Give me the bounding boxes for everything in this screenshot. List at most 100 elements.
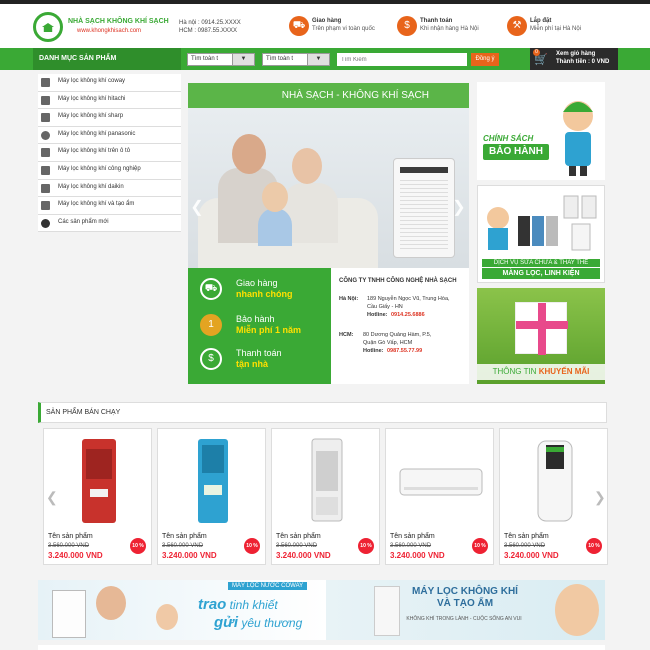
hanoi-hotline-label: Hotline: [367,312,388,318]
promo-banner[interactable]: MÁY LỌC NƯỚC COWAY trao tinh khiết gửi y… [38,580,605,640]
product-thumb-icon [41,201,50,211]
page: NHÀ SẠCH KHÔNG KHÍ SẠCH www.khongkhisach… [0,0,650,650]
sidebar-item-label: Máy lọc không khí daikin [58,183,124,190]
best-sellers-heading: SẢN PHẨM BÁN CHẠY [38,402,607,423]
cart-button[interactable]: 🛒 0 Xem giỏ hàng Thành tiền : 0 VND [530,48,618,70]
chevron-down-icon[interactable]: ▼ [307,54,329,65]
money-icon: $ [397,16,417,36]
discount-badge: 10 % [130,538,146,554]
child-body [258,208,292,246]
feature-sub: Trên phạm vi toàn quốc [312,26,375,32]
sidebar-item-label: Máy lọc không khí panasonic [58,130,136,137]
sidebar-item-industrial[interactable]: Máy lọc không khí công nghiệp [38,161,181,180]
product-name: Tên sản phẩm [504,533,549,540]
warranty-ad-title: CHÍNH SÁCH [483,134,534,143]
product-thumb-icon [41,113,50,123]
sidebar-item-daikin[interactable]: Máy lọc không khí daikin [38,179,181,198]
hcm-address-2: Quận Gò Vấp, HCM [363,340,413,346]
water-purifier-image [52,590,86,638]
chevron-down-icon[interactable]: ▼ [232,54,254,65]
humidifier-banner: MÁY LỌC KHÔNG KHÍ VÀ TẠO ẨM KHÔNG KHÍ TRO… [326,580,605,640]
slider-next-icon[interactable]: ❯ [452,198,466,218]
banner-headline: NHÀ SẠCH - KHÔNG KHÍ SẠCH [188,83,469,108]
sidebar-item-hitachi[interactable]: Máy lọc không khí hitachi [38,91,181,110]
humidifier-title-2: VÀ TẠO ẨM [436,598,494,609]
promo-tagline-2: gửi yêu thương [214,614,302,631]
family-photo: ❮ ❯ [188,108,469,268]
promotion-ad-label: THÔNG TIN KHUYẾN MÃI [477,364,605,380]
repair-ad-title: DỊCH VỤ SỬA CHỮA & THAY THẾ [482,259,600,267]
humidifier-subtitle: KHÔNG KHÍ TRONG LÀNH - CUỘC SỐNG AN VUI [406,616,522,622]
product-old-price: 3.560.000 VND [504,543,546,549]
main-slider[interactable]: NHÀ SẠCH - KHÔNG KHÍ SẠCH ❮ ❯ ⛟ Giao hàn… [188,83,469,384]
hcm-hotline-label: Hotline: [363,348,384,354]
service-line2: tận nhà [236,359,269,369]
hcm-hotline: 0987.55.77.99 [387,348,423,354]
sidebar-item-label: Máy lọc không khí và tạo ẩm [58,201,135,208]
warranty-policy-ad[interactable]: CHÍNH SÁCH BẢO HÀNH [477,82,605,180]
carousel-prev-icon[interactable]: ❮ [46,487,58,507]
feature-sub: Khi nhận hàng Hà Nội [420,26,479,32]
search-input[interactable] [337,53,467,66]
product-image [537,440,573,522]
sidebar-item-coway[interactable]: Máy lọc không khí coway [38,74,181,92]
product-card[interactable]: Tên sản phẩm 3.560.000 VND 3.240.000 VND… [271,428,380,565]
product-thumb-icon [41,165,50,175]
product-image [82,439,116,523]
product-card[interactable]: Tên sản phẩm 3.560.000 VND 3.240.000 VND… [157,428,266,565]
logo[interactable]: NHÀ SẠCH KHÔNG KHÍ SẠCH www.khongkhisach… [33,12,173,42]
service-line1: Bảo hành [236,314,275,324]
repair-service-ad[interactable]: DỊCH VỤ SỬA CHỮA & THAY THẾ MÀNG LỌC, LI… [477,185,605,283]
feature-title: Giao hàng [312,18,342,24]
carousel-next-icon[interactable]: ❯ [594,487,606,507]
sidebar-item-sharp[interactable]: Máy lọc không khí sharp [38,109,181,127]
hcm-address: 80 Dương Quảng Hàm, P.5, [363,332,432,338]
warranty-medal-icon: 1 [200,314,222,336]
company-info: CÔNG TY TNHH CÔNG NGHỆ NHÀ SẠCH Hà Nội: … [331,268,469,384]
coway-label: MÁY LỌC NƯỚC COWAY [228,582,308,590]
cart-total-label: Thành tiền : 0 VND [556,59,610,65]
product-card[interactable]: Tên sản phẩm 3.560.000 VND 3.240.000 VND… [43,428,152,565]
filter-parts-illustration [487,195,597,251]
discount-badge: 10 % [586,538,602,554]
feature-sub: Miễn phí tại Hà Nội [530,26,582,32]
search-scope-select-1[interactable]: Tìm toàn t ▼ [187,53,255,66]
product-thumb-icon [41,183,50,193]
search-button[interactable]: Đồng ý [471,53,499,66]
product-thumb-icon [41,95,50,105]
sidebar-item-humidifier[interactable]: Máy lọc không khí và tạo ẩm [38,197,181,215]
hanoi-address-2: Cầu Giấy - HN [367,304,403,310]
gift-box-icon [515,302,568,355]
warranty-ad-label: BẢO HÀNH [483,144,549,160]
logo-url: www.khongkhisach.com [77,28,142,34]
repair-ad-label: MÀNG LỌC, LINH KIỆN [482,268,600,279]
product-price: 3.240.000 VND [504,551,559,560]
new-products-icon [41,218,50,228]
sidebar-item-panasonic[interactable]: Máy lọc không khí panasonic [38,126,181,145]
product-card[interactable]: Tên sản phẩm 3.560.000 VND 3.240.000 VND… [499,428,608,565]
sidebar-item-label: Máy lọc không khí sharp [58,113,124,120]
search-scope-select-2[interactable]: Tìm toàn t ▼ [262,53,330,66]
humidifier-title-1: MÁY LỌC KHÔNG KHÍ [412,586,518,597]
product-card[interactable]: Tên sản phẩm 3.560.000 VND 3.240.000 VND… [385,428,494,565]
kids-image [555,584,599,636]
hanoi-label: Hà Nội: [339,296,359,302]
air-purifier-image [393,158,455,258]
sidebar-item-label: Máy lọc không khí hitachi [58,95,126,102]
tagline-1-rest: tinh khiết [226,598,278,612]
select-value: Tìm toàn t [266,56,294,62]
discount-badge: 10 % [244,538,260,554]
sidebar-item-new[interactable]: Các sản phẩm mới [38,214,181,233]
service-warranty: 1 Bảo hành Miễn phí 1 năm [188,312,331,342]
father-head [232,134,266,174]
cart-view-label: Xem giỏ hàng [556,51,596,57]
product-old-price: 3.560.000 VND [162,543,204,549]
slider-prev-icon[interactable]: ❮ [190,198,204,218]
promotion-ad[interactable]: THÔNG TIN KHUYẾN MÃI [477,288,605,384]
service-delivery: ⛟ Giao hàng nhanh chóng [188,276,331,306]
sidebar-item-car[interactable]: Máy lọc không khí trên ô tô [38,144,181,162]
feature-title: Thanh toán [420,18,453,24]
category-menu-button[interactable]: DANH MỤC SẢN PHẨM [33,48,181,70]
promo-label-2: KHUYẾN MÃI [538,367,590,376]
hotline-block: Hà nội : 0914.25.XXXX HCM : 0987.55.XXXX [179,19,241,35]
